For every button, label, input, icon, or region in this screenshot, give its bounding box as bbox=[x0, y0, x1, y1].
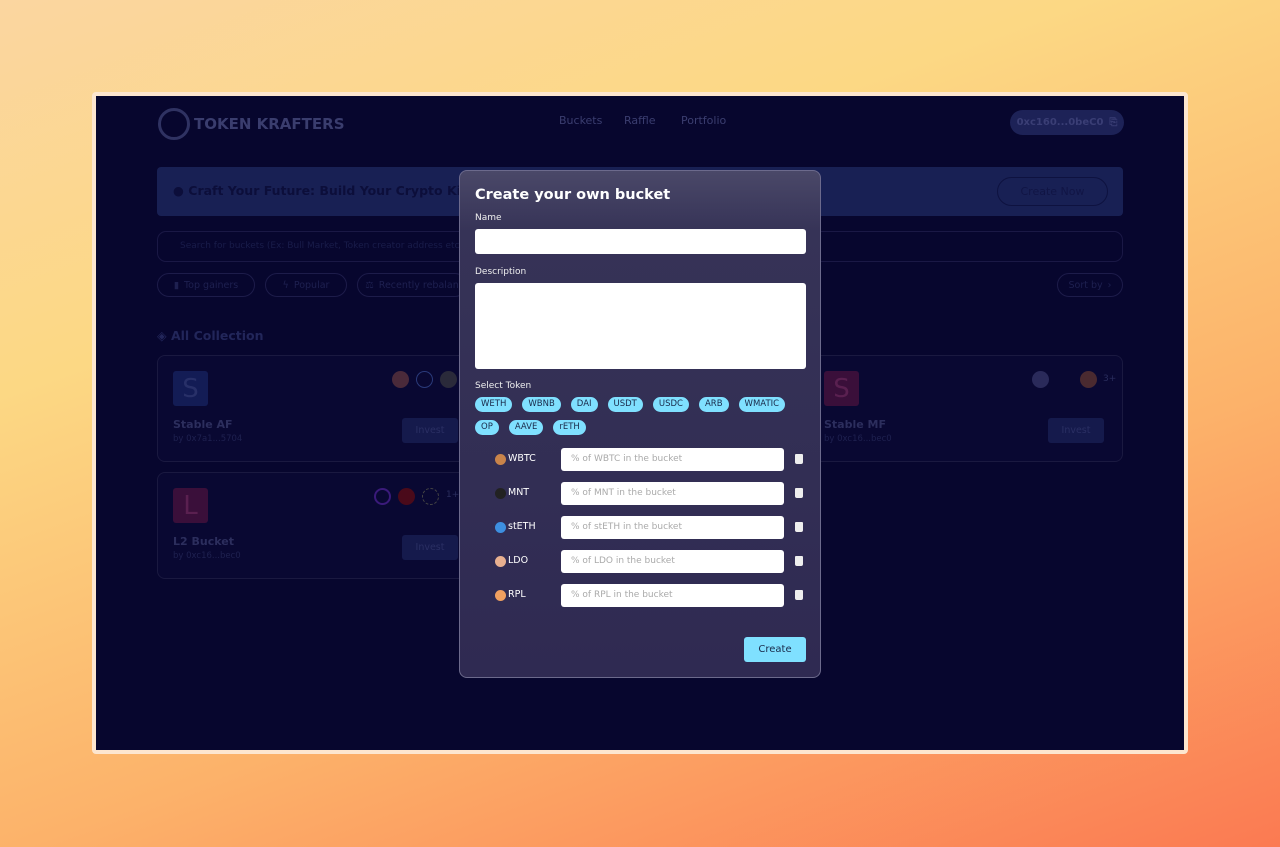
token-icon bbox=[1056, 371, 1073, 388]
token-icon bbox=[495, 454, 506, 465]
token-pill-usdt[interactable]: USDT bbox=[607, 397, 643, 412]
trash-icon[interactable] bbox=[795, 590, 803, 600]
token-pill-op[interactable]: OP bbox=[475, 420, 499, 435]
bucket-card[interactable]: S 3+ Stable MF by 0xc16...bec0 Invest bbox=[808, 355, 1123, 462]
token-icon bbox=[422, 488, 439, 505]
select-token-label: Select Token bbox=[475, 381, 532, 391]
token-pills: WETH WBNB DAI USDT USDC ARB WMATIC OP AA… bbox=[475, 397, 805, 435]
nav-buckets[interactable]: Buckets bbox=[559, 114, 602, 127]
section-title: ◈ All Collection bbox=[157, 328, 264, 343]
filter-label: Top gainers bbox=[183, 279, 239, 291]
token-allocation-row: RPL % of RPL in the bucket bbox=[460, 584, 822, 608]
trash-icon[interactable] bbox=[795, 522, 803, 532]
sort-label: Sort by bbox=[1068, 279, 1103, 291]
filter-popular[interactable]: ϟ Popular bbox=[265, 273, 347, 297]
more-tokens-count: 1+ bbox=[446, 490, 460, 500]
trash-icon[interactable] bbox=[795, 454, 803, 464]
name-label: Name bbox=[475, 213, 502, 223]
description-textarea[interactable] bbox=[475, 283, 806, 369]
token-pill-wbnb[interactable]: WBNB bbox=[522, 397, 561, 412]
token-icon bbox=[374, 488, 391, 505]
bucket-creator: by 0xc16...bec0 bbox=[173, 551, 241, 561]
token-pill-reth[interactable]: rETH bbox=[553, 420, 586, 435]
section-label: All Collection bbox=[170, 328, 264, 343]
bucket-name: L2 Bucket bbox=[173, 535, 234, 548]
wallet-button[interactable]: 0xc160...0beC0 ⎘ bbox=[1010, 110, 1124, 135]
bucket-name: Stable MF bbox=[824, 418, 886, 431]
token-pill-arb[interactable]: ARB bbox=[698, 397, 729, 412]
invest-button[interactable]: Invest bbox=[1048, 418, 1104, 443]
token-name: stETH bbox=[508, 521, 536, 532]
bolt-icon: ϟ bbox=[282, 279, 289, 291]
trash-icon[interactable] bbox=[795, 556, 803, 566]
token-percent-input[interactable]: % of WBTC in the bucket bbox=[561, 448, 784, 471]
token-pill-usdc[interactable]: USDC bbox=[652, 397, 689, 412]
brand-name: TOKEN KRAFTERS bbox=[194, 115, 345, 133]
modal-title: Create your own bucket bbox=[475, 187, 671, 203]
nav-raffle[interactable]: Raffle bbox=[624, 114, 656, 127]
filter-recently-rebalanced[interactable]: ⚖ Recently rebalan bbox=[357, 273, 467, 297]
bucket-avatar: S bbox=[824, 371, 859, 406]
token-icon bbox=[440, 371, 457, 388]
invest-button[interactable]: Invest bbox=[402, 418, 458, 443]
create-bucket-modal: Create your own bucket Name Description … bbox=[459, 170, 821, 678]
scale-icon: ⚖ bbox=[365, 279, 374, 291]
token-allocation-row: WBTC % of WBTC in the bucket bbox=[460, 448, 822, 472]
layers-icon: ◈ bbox=[157, 328, 171, 343]
bucket-creator: by 0x7a1...5704 bbox=[173, 434, 243, 444]
token-allocation-row: stETH % of stETH in the bucket bbox=[460, 516, 822, 540]
create-button[interactable]: Create bbox=[744, 637, 806, 662]
token-pill-weth[interactable]: WETH bbox=[475, 397, 513, 412]
trash-icon[interactable] bbox=[795, 488, 803, 498]
bell-icon: ● bbox=[173, 183, 189, 198]
bucket-avatar: L bbox=[173, 488, 208, 523]
bar-chart-icon: ▮ bbox=[173, 279, 179, 291]
filter-label: Popular bbox=[293, 279, 330, 291]
token-percent-input[interactable]: % of MNT in the bucket bbox=[561, 482, 784, 505]
token-percent-input[interactable]: % of LDO in the bucket bbox=[561, 550, 784, 573]
token-pill-aave[interactable]: AAVE bbox=[508, 420, 544, 435]
chevron-down-icon: › bbox=[1107, 279, 1112, 291]
filter-label: Recently rebalan bbox=[378, 279, 459, 291]
brand-logo[interactable]: TOKEN KRAFTERS bbox=[158, 108, 345, 140]
bucket-card[interactable]: L 1+ L2 Bucket by 0xc16...bec0 Invest bbox=[157, 472, 467, 579]
token-allocation-row: LDO % of LDO in the bucket bbox=[460, 550, 822, 574]
logout-icon: ⎘ bbox=[1109, 117, 1118, 128]
name-input[interactable] bbox=[475, 229, 806, 254]
sort-dropdown[interactable]: Sort by › bbox=[1057, 273, 1123, 297]
token-name: MNT bbox=[508, 487, 530, 498]
logo-icon bbox=[158, 108, 190, 140]
token-icon bbox=[1032, 371, 1049, 388]
token-icon bbox=[1080, 371, 1097, 388]
token-name: RPL bbox=[508, 589, 526, 600]
token-percent-input[interactable]: % of stETH in the bucket bbox=[561, 516, 784, 539]
bucket-name: Stable AF bbox=[173, 418, 233, 431]
wallet-address: 0xc160...0beC0 bbox=[1016, 117, 1104, 128]
token-icon bbox=[398, 488, 415, 505]
token-icon bbox=[416, 371, 433, 388]
nav-portfolio[interactable]: Portfolio bbox=[681, 114, 726, 127]
token-icon bbox=[495, 590, 506, 601]
bucket-creator: by 0xc16...bec0 bbox=[824, 434, 892, 444]
bucket-avatar: S bbox=[173, 371, 208, 406]
token-pill-wmatic[interactable]: WMATIC bbox=[738, 397, 786, 412]
bucket-card[interactable]: S Stable AF by 0x7a1...5704 Invest bbox=[157, 355, 467, 462]
token-icon bbox=[495, 522, 506, 533]
token-icon bbox=[392, 371, 409, 388]
description-label: Description bbox=[475, 267, 527, 277]
token-percent-input[interactable]: % of RPL in the bucket bbox=[561, 584, 784, 607]
create-now-button[interactable]: Create Now bbox=[997, 177, 1108, 206]
more-tokens-count: 3+ bbox=[1103, 374, 1117, 384]
token-name: LDO bbox=[508, 555, 529, 566]
token-icon bbox=[495, 556, 506, 567]
token-icon bbox=[495, 488, 506, 499]
token-allocation-row: MNT % of MNT in the bucket bbox=[460, 482, 822, 506]
invest-button[interactable]: Invest bbox=[402, 535, 458, 560]
token-name: WBTC bbox=[508, 453, 536, 464]
token-pill-dai[interactable]: DAI bbox=[570, 397, 598, 412]
filter-top-gainers[interactable]: ▮ Top gainers bbox=[157, 273, 255, 297]
